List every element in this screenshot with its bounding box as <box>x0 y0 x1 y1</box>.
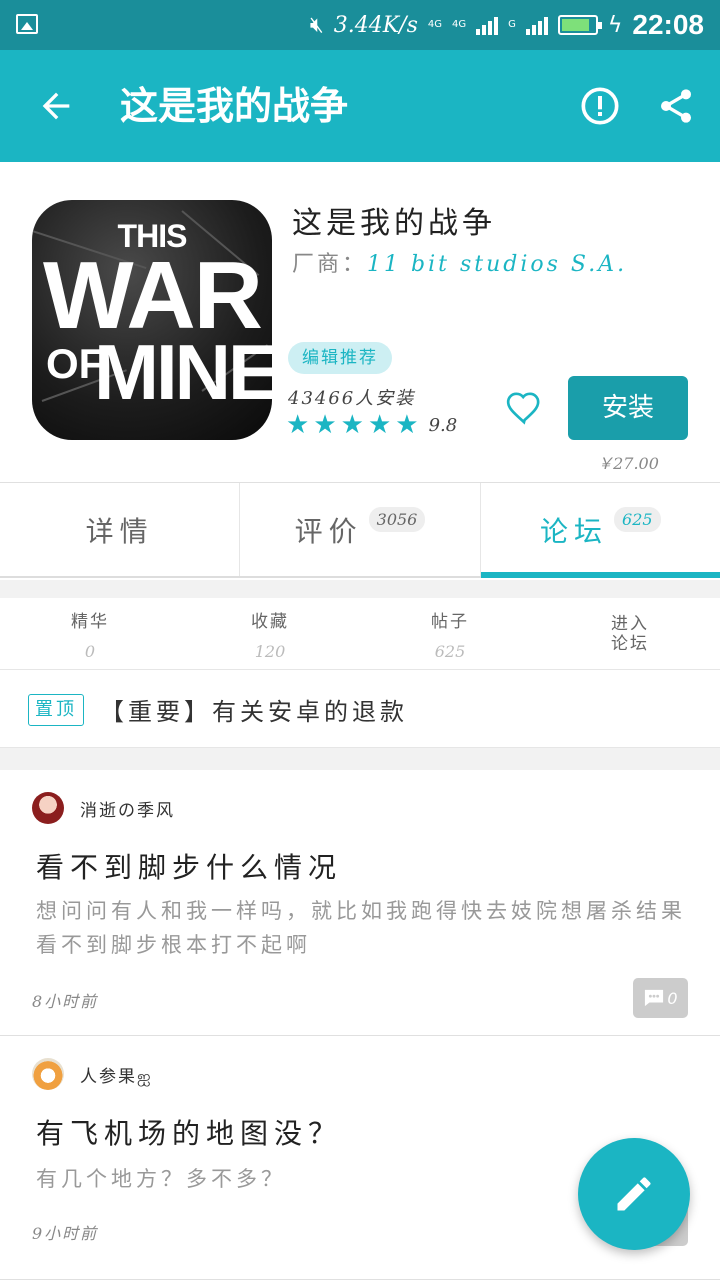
post-author[interactable]: 消逝の季风 <box>80 796 175 821</box>
avatar[interactable] <box>32 792 64 824</box>
app-info-section: THIS WAR OF MINE 这是我的战争 厂商：11 bit studio… <box>0 162 720 482</box>
vendor: 厂商：11 bit studios S.A. <box>292 246 627 278</box>
new-post-fab[interactable] <box>578 1138 690 1250</box>
list-item[interactable]: 消逝の季风 看不到脚步什么情况 想问问有人和我一样吗，就比如我跑得快去妓院想屠杀… <box>0 770 720 1036</box>
page-title: 这是我的战争 <box>120 84 349 128</box>
tab-count: 3056 <box>368 507 426 532</box>
tab-label: 论坛 <box>540 514 609 548</box>
stat-value: 0 <box>84 641 96 661</box>
image-notification-icon <box>16 14 38 34</box>
post-time: 8小时前 <box>32 992 99 1011</box>
divider <box>0 580 720 598</box>
vendor-name[interactable]: 11 bit studios S.A. <box>367 252 627 277</box>
pinned-post[interactable]: 置顶 【重要】有关安卓的退款 <box>0 670 720 748</box>
share-icon[interactable] <box>656 86 696 126</box>
pinned-badge: 置顶 <box>28 694 84 726</box>
vendor-label: 厂商： <box>292 252 368 277</box>
signal-icon <box>476 15 499 35</box>
tab-label: 详情 <box>85 514 154 548</box>
avatar[interactable] <box>32 1058 64 1090</box>
stat-value: 120 <box>254 641 286 661</box>
report-icon[interactable] <box>580 86 620 126</box>
post-body: 想问问有人和我一样吗，就比如我跑得快去妓院想屠杀结果看不到脚步根本打不起啊 <box>36 899 686 957</box>
signal-icon-2 <box>525 15 548 35</box>
network-type-2: 4G <box>451 19 467 30</box>
pencil-icon <box>617 1177 651 1211</box>
comment-button[interactable]: 0 <box>633 978 688 1018</box>
star-icon: ★ <box>313 410 337 440</box>
star-icon: ★ <box>367 410 392 440</box>
star-icon: ★ <box>395 410 419 440</box>
post-author[interactable]: 人参果ஐ <box>80 1062 153 1089</box>
editor-recommend-badge: 编辑推荐 <box>288 342 392 374</box>
price: ￥27.00 <box>597 454 659 473</box>
app-bar: 这是我的战争 <box>0 50 720 162</box>
divider <box>0 748 720 770</box>
post-time: 9小时前 <box>32 1224 99 1243</box>
app-icon-text-mine: MINE <box>94 328 272 416</box>
tab-reviews[interactable]: 评价 3056 <box>240 483 481 576</box>
stat-label: 收藏 <box>251 611 289 632</box>
stat-label: 帖子 <box>431 611 469 632</box>
clock: 22:08 <box>632 9 704 40</box>
mute-icon: 🔇︎ <box>309 12 324 38</box>
stat-posts[interactable]: 帖子 625 <box>360 598 540 669</box>
star-icon: ★ <box>340 410 364 440</box>
tab-count: 625 <box>614 507 661 532</box>
battery-icon <box>557 15 602 35</box>
network-speed: 3.44K/s <box>333 12 418 38</box>
stat-favorites[interactable]: 收藏 120 <box>180 598 360 669</box>
enter-forum-label: 进入论坛 <box>611 613 649 654</box>
post-title: 有飞机场的地图没？ <box>36 1117 343 1150</box>
install-count: 43466人安装 <box>288 388 416 409</box>
network-type-1: 4G <box>427 19 442 30</box>
network-type-3: G <box>508 19 516 30</box>
post-title: 看不到脚步什么情况 <box>36 851 343 884</box>
tab-bar: 详情 评价 3056 论坛 625 <box>0 482 720 578</box>
comment-count: 0 <box>667 988 678 1008</box>
tab-label: 评价 <box>294 514 363 548</box>
heart-icon[interactable] <box>502 388 546 428</box>
stat-label: 精华 <box>71 611 109 632</box>
stat-featured[interactable]: 精华 0 <box>0 598 180 669</box>
stat-value: 625 <box>434 641 466 661</box>
rating-score: 9.8 <box>428 414 458 436</box>
pinned-title: 【重要】有关安卓的退款 <box>100 698 408 726</box>
forum-stats: 精华 0 收藏 120 帖子 625 进入论坛 <box>0 598 720 670</box>
enter-forum-button[interactable]: 进入论坛 <box>540 598 720 669</box>
app-name: 这是我的战争 <box>292 206 496 241</box>
star-icon: ★ <box>286 410 310 440</box>
install-button[interactable]: 安装 <box>568 376 688 440</box>
comment-icon <box>645 989 664 1007</box>
back-arrow-icon[interactable] <box>36 86 76 126</box>
app-icon: THIS WAR OF MINE <box>32 200 272 440</box>
status-bar: 🔇︎ 3.44K/s 4G 4G G ϟ 22:08 <box>0 0 720 50</box>
tab-forum[interactable]: 论坛 625 <box>480 483 720 578</box>
tab-details[interactable]: 详情 <box>0 483 241 576</box>
rating-stars: ★ ★ ★ ★ ★ 9.8 <box>286 412 457 438</box>
charging-icon: ϟ <box>607 12 623 38</box>
